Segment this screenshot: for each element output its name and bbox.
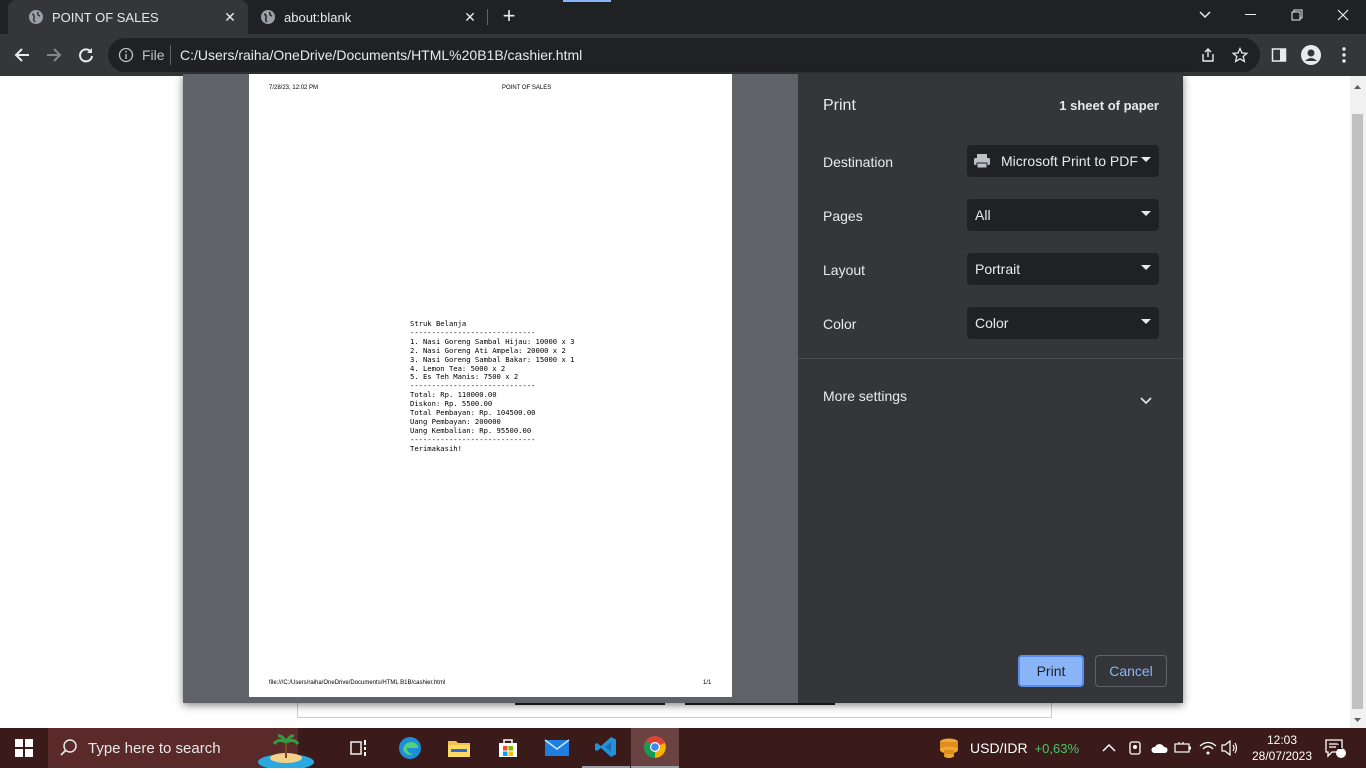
show-hidden-icons-chevron-icon[interactable] (1102, 728, 1116, 768)
reload-button[interactable] (70, 39, 102, 71)
back-button[interactable] (6, 39, 38, 71)
vscode-icon[interactable] (582, 728, 630, 768)
file-explorer-icon[interactable] (435, 728, 483, 768)
layout-label: Layout (823, 262, 866, 278)
clock-date: 28/07/2023 (1251, 749, 1313, 763)
globe-icon (260, 9, 276, 25)
pages-select[interactable]: All (967, 199, 1159, 231)
url-text[interactable]: C:/Users/raiha/OneDrive/Documents/HTML%2… (180, 47, 582, 63)
receipt-line: Terimakasih! (410, 443, 462, 453)
print-dialog: 7/28/23, 12:02 PM POINT OF SALES Struk B… (183, 74, 1183, 703)
more-settings-toggle[interactable]: More settings (798, 374, 1183, 416)
print-title: Print (823, 97, 856, 114)
close-window-button[interactable] (1320, 0, 1366, 30)
printer-icon (973, 153, 991, 169)
island-search-highlight-icon (256, 730, 314, 773)
print-preview-area: 7/28/23, 12:02 PM POINT OF SALES Struk B… (183, 74, 798, 703)
edge-browser-icon[interactable] (386, 728, 434, 768)
sheet-count: 1 sheet of paper (1059, 98, 1159, 113)
chevron-down-icon (1141, 265, 1151, 270)
info-icon[interactable] (118, 47, 134, 68)
new-tab-button[interactable]: + (497, 5, 521, 29)
notification-count: 1 (1337, 741, 1343, 752)
chrome-icon[interactable] (631, 728, 679, 768)
battery-plug-icon[interactable] (1174, 728, 1192, 768)
print-settings-panel: Print 1 sheet of paper Destination Micro… (798, 74, 1183, 703)
layout-select[interactable]: Portrait (967, 253, 1159, 285)
task-view-icon[interactable] (336, 728, 384, 768)
destination-value: Microsoft Print to PDF (1001, 153, 1138, 169)
pages-label: Pages (823, 208, 863, 224)
tab-indicator (563, 0, 611, 2)
meet-now-icon[interactable] (1127, 728, 1143, 768)
share-icon[interactable] (1192, 39, 1224, 71)
coins-icon (936, 737, 962, 759)
pages-value: All (975, 207, 991, 223)
minimize-button[interactable] (1228, 0, 1274, 30)
scroll-down-arrow-icon[interactable] (1352, 713, 1363, 725)
chevron-down-icon (1141, 319, 1151, 324)
settings-divider (798, 358, 1183, 359)
chevron-down-icon (1141, 211, 1151, 216)
close-tab-icon[interactable]: ✕ (460, 7, 480, 27)
start-button[interactable] (0, 728, 48, 768)
print-button[interactable]: Print (1018, 655, 1084, 687)
side-panel-icon[interactable] (1263, 39, 1295, 71)
layout-value: Portrait (975, 261, 1021, 277)
tab-strip: POINT OF SALES ✕ about:blank ✕ + (0, 0, 1366, 34)
bookmark-star-icon[interactable] (1224, 39, 1256, 71)
volume-icon[interactable] (1221, 728, 1239, 768)
omnibox-separator (170, 45, 171, 65)
menu-kebab-icon[interactable] (1328, 39, 1360, 71)
tab-divider (487, 9, 488, 25)
globe-icon (28, 9, 44, 25)
chevron-down-icon (1141, 157, 1151, 162)
clock[interactable]: 12:03 28/07/2023 (1246, 732, 1318, 764)
ticker-change: +0,63% (1034, 740, 1080, 756)
preview-header-title: POINT OF SALES (502, 85, 552, 91)
scrollbar-thumb[interactable] (1352, 114, 1363, 709)
receipt-text: Struk Belanja ---------------------------… (410, 319, 574, 454)
tab-title: about:blank (284, 9, 352, 25)
scroll-up-arrow-icon[interactable] (1352, 80, 1363, 92)
ticker-symbol: USD/IDR (970, 740, 1028, 756)
tab-about-blank[interactable]: about:blank ✕ (240, 0, 488, 34)
tab-title: POINT OF SALES (52, 9, 159, 25)
preview-footer-page: 1/1 (703, 680, 712, 686)
microsoft-store-icon[interactable] (484, 728, 532, 768)
wifi-icon[interactable] (1199, 728, 1217, 768)
more-settings-label: More settings (823, 388, 908, 404)
profile-avatar-icon[interactable] (1295, 39, 1327, 71)
tab-point-of-sales[interactable]: POINT OF SALES ✕ (8, 0, 248, 34)
mail-icon[interactable] (533, 728, 581, 768)
forward-button[interactable] (38, 39, 70, 71)
market-ticker-widget[interactable]: USD/IDR +0,63% (936, 728, 1079, 768)
clock-time: 12:03 (1266, 733, 1298, 747)
color-label: Color (823, 316, 857, 332)
preview-footer-path: file:///C:/Users/raiha/OneDrive/Document… (269, 680, 446, 686)
search-placeholder: Type here to search (88, 739, 221, 757)
chevron-down-icon (1140, 392, 1152, 410)
restore-button[interactable] (1274, 0, 1320, 30)
cancel-button[interactable]: Cancel (1095, 655, 1167, 687)
color-select[interactable]: Color (967, 307, 1159, 339)
onedrive-cloud-icon[interactable] (1150, 728, 1168, 768)
destination-label: Destination (823, 154, 894, 170)
search-icon (60, 739, 78, 762)
scheme-label: File (142, 47, 165, 63)
taskbar-search-box[interactable]: Type here to search (48, 728, 314, 770)
destination-select[interactable]: Microsoft Print to PDF (967, 145, 1159, 177)
preview-header-date: 7/28/23, 12:02 PM (269, 85, 319, 91)
preview-page: 7/28/23, 12:02 PM POINT OF SALES Struk B… (249, 74, 732, 697)
tab-search-icon[interactable] (1182, 0, 1228, 30)
color-value: Color (975, 315, 1009, 331)
notification-center-icon[interactable]: 1 (1324, 728, 1346, 768)
close-tab-icon[interactable]: ✕ (220, 7, 240, 27)
